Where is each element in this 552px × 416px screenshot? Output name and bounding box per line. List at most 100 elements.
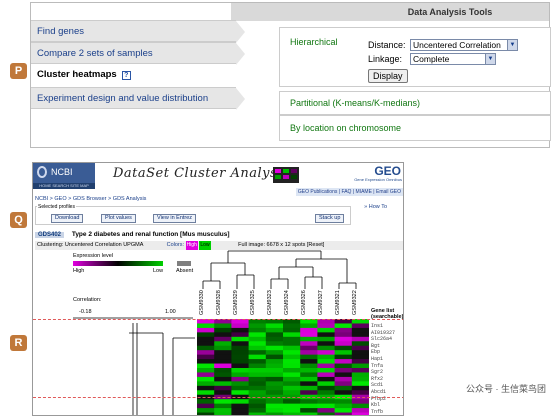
- heatmap-cell[interactable]: [214, 359, 232, 365]
- heatmap-cell[interactable]: [197, 341, 215, 347]
- heatmap-cell[interactable]: [351, 408, 369, 414]
- heatmap-cell[interactable]: [351, 412, 369, 416]
- heatmap-cell[interactable]: [300, 372, 318, 378]
- gene-list-item[interactable]: Hap1: [371, 356, 383, 362]
- heatmap-cell[interactable]: [214, 345, 232, 351]
- heatmap-cell[interactable]: [231, 359, 250, 365]
- heatmap-cell[interactable]: [283, 323, 301, 329]
- heatmap-cell[interactable]: [248, 345, 267, 351]
- heatmap-cell[interactable]: [283, 345, 301, 351]
- heatmap-cell[interactable]: [300, 390, 318, 396]
- heatmap-cell[interactable]: [214, 332, 232, 338]
- heatmap-cell[interactable]: [351, 376, 369, 382]
- heatmap-cell[interactable]: [214, 363, 232, 369]
- heatmap-cell[interactable]: [231, 381, 250, 387]
- heatmap-cell[interactable]: [283, 403, 301, 409]
- heatmap-cell[interactable]: [351, 381, 369, 387]
- heatmap-cell[interactable]: [283, 332, 301, 338]
- heatmap-cell[interactable]: [197, 350, 215, 356]
- heatmap-cell[interactable]: [231, 323, 250, 329]
- heatmap-cell[interactable]: [317, 376, 336, 382]
- heatmap-cell[interactable]: [317, 332, 336, 338]
- heatmap-cell[interactable]: [351, 323, 369, 329]
- heatmap-cell[interactable]: [248, 403, 267, 409]
- heatmap-cell[interactable]: [197, 363, 215, 369]
- heatmap-cell[interactable]: [317, 412, 336, 416]
- heatmap-cell[interactable]: [334, 336, 353, 342]
- heatmap-cell[interactable]: [214, 376, 232, 382]
- heatmap-cell[interactable]: [265, 376, 284, 382]
- heatmap-cell[interactable]: [283, 376, 301, 382]
- heatmap-cell[interactable]: [351, 390, 369, 396]
- heatmap-cell[interactable]: [231, 345, 250, 351]
- heatmap-cell[interactable]: [197, 399, 215, 405]
- gene-list-item[interactable]: Ebp: [371, 349, 380, 355]
- heatmap-cell[interactable]: [197, 327, 215, 333]
- heatmap-cell[interactable]: [317, 390, 336, 396]
- heatmap-cell[interactable]: [231, 376, 250, 382]
- heatmap-cell[interactable]: [334, 345, 353, 351]
- heatmap-cell[interactable]: [334, 327, 353, 333]
- heatmap-cell[interactable]: [231, 327, 250, 333]
- heatmap-cell[interactable]: [283, 341, 301, 347]
- heatmap-cell[interactable]: [317, 372, 336, 378]
- heatmap-cell[interactable]: [248, 363, 267, 369]
- heatmap-cell[interactable]: [214, 354, 232, 360]
- tab-cluster-heatmaps[interactable]: Cluster heatmaps?: [31, 64, 236, 86]
- heatmap-cell[interactable]: [214, 390, 232, 396]
- heatmap-cell[interactable]: [300, 327, 318, 333]
- heatmap-cell[interactable]: [283, 408, 301, 414]
- heatmap-cell[interactable]: [334, 385, 353, 391]
- gene-list-item[interactable]: Scd1: [371, 382, 383, 388]
- heatmap-cell[interactable]: [197, 376, 215, 382]
- heatmap-cell[interactable]: [265, 359, 284, 365]
- heatmap-cell[interactable]: [197, 412, 215, 416]
- heatmap-cell[interactable]: [231, 372, 250, 378]
- heatmap-cell[interactable]: [317, 403, 336, 409]
- heatmap-cell[interactable]: [334, 399, 353, 405]
- heatmap-cell[interactable]: [334, 412, 353, 416]
- heatmap-cell[interactable]: [351, 354, 369, 360]
- heatmap-cell[interactable]: [197, 354, 215, 360]
- heatmap-cell[interactable]: [231, 336, 250, 342]
- heatmap-cell[interactable]: [197, 372, 215, 378]
- heatmap-cell[interactable]: [283, 372, 301, 378]
- heatmap-cell[interactable]: [248, 336, 267, 342]
- heatmap-cell[interactable]: [317, 381, 336, 387]
- heatmap-cell[interactable]: [317, 336, 336, 342]
- gene-list-item[interactable]: Sgr2: [371, 369, 383, 375]
- heatmap-cell[interactable]: [351, 363, 369, 369]
- heatmap-cell[interactable]: [248, 372, 267, 378]
- heatmap-cell[interactable]: [197, 385, 215, 391]
- heatmap-cell[interactable]: [231, 399, 250, 405]
- heatmap-cell[interactable]: [248, 354, 267, 360]
- heatmap-cell[interactable]: [265, 327, 284, 333]
- heatmap-cell[interactable]: [248, 341, 267, 347]
- heatmap-cell[interactable]: [197, 332, 215, 338]
- heatmap-cell[interactable]: [214, 408, 232, 414]
- heatmap-cell[interactable]: [300, 359, 318, 365]
- heatmap-cell[interactable]: [214, 350, 232, 356]
- help-icon[interactable]: ?: [121, 71, 131, 80]
- heatmap-cell[interactable]: [283, 368, 301, 373]
- heatmap-cell[interactable]: [248, 408, 267, 414]
- heatmap-cell[interactable]: [231, 363, 250, 369]
- heatmap-cell[interactable]: [231, 368, 250, 373]
- heatmap-cell[interactable]: [265, 399, 284, 405]
- gene-list-item[interactable]: Bgt: [371, 343, 380, 349]
- heatmap-cell[interactable]: [248, 332, 267, 338]
- heatmap-cell[interactable]: [334, 372, 353, 378]
- gene-list-item[interactable]: Kbl: [371, 402, 380, 408]
- heatmap-cell[interactable]: [351, 359, 369, 365]
- heatmap-cell[interactable]: [317, 327, 336, 333]
- heatmap-cell[interactable]: [231, 341, 250, 347]
- heatmap-cell[interactable]: [265, 408, 284, 414]
- heatmap-cell[interactable]: [317, 363, 336, 369]
- heatmap-cell[interactable]: [317, 345, 336, 351]
- heatmap-cell[interactable]: [283, 390, 301, 396]
- heatmap-cell[interactable]: [317, 359, 336, 365]
- heatmap-cell[interactable]: [265, 368, 284, 373]
- heatmap-cell[interactable]: [334, 390, 353, 396]
- heatmap-cell[interactable]: [231, 385, 250, 391]
- heatmap-cell[interactable]: [300, 350, 318, 356]
